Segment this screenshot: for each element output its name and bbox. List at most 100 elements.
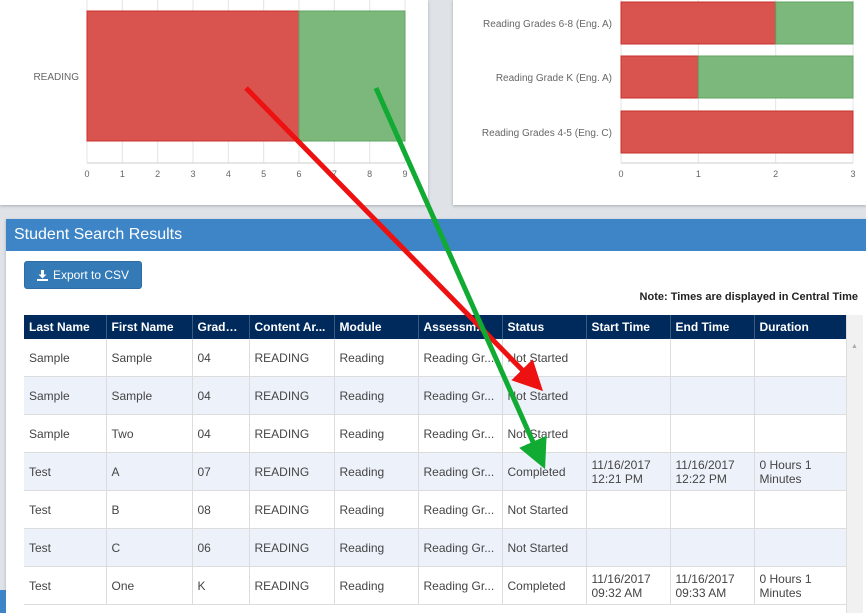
bar-segment[interactable] [775, 1, 854, 45]
table-cell: 11/16/2017 12:21 PM [586, 452, 671, 491]
table-cell: Reading [334, 376, 419, 415]
table-scrollbar[interactable]: ▲ [846, 315, 863, 613]
table-cell [754, 414, 847, 453]
left-chart-panel: 0 1 2 3 4 5 6 7 8 9 READING [0, 0, 428, 205]
column-header[interactable]: Last Name [24, 315, 107, 339]
table-cell: Test [24, 528, 107, 567]
bar-segment[interactable] [86, 10, 300, 142]
table-cell: READING [249, 566, 335, 605]
table-cell: One [106, 566, 193, 605]
results-table: Last Name First Name Grade ... Content Ar..… [24, 315, 847, 605]
table-cell: Sample [24, 339, 107, 377]
table-row[interactable]: Sample Sample 04 READING Reading Reading Gr..… [24, 376, 847, 415]
results-header: Student Search Results [6, 219, 866, 251]
category-label: Reading Grades 6-8 (Eng. A) [483, 19, 612, 30]
bar-segment[interactable] [697, 55, 854, 99]
table-cell [670, 376, 755, 415]
table-cell: Reading [334, 566, 419, 605]
table-cell: Reading [334, 414, 419, 453]
table-cell: Reading Gr... [418, 376, 503, 415]
x-tick-label: 6 [296, 169, 301, 179]
table-cell: READING [249, 452, 335, 491]
table-cell: Not Started [502, 528, 587, 567]
table-cell: Sample [24, 376, 107, 415]
table-cell: READING [249, 414, 335, 453]
table-cell: Two [106, 414, 193, 453]
table-cell: Reading [334, 452, 419, 491]
table-cell: 0 Hours 1 Minutes [754, 452, 847, 491]
table-cell: 04 [192, 339, 250, 377]
scroll-up-icon[interactable]: ▲ [851, 343, 858, 350]
bar-segment[interactable] [620, 55, 699, 99]
bar-segment[interactable] [620, 110, 854, 154]
table-cell: Not Started [502, 339, 587, 377]
background-strip [0, 590, 6, 613]
table-row[interactable]: Test One K READING Reading Reading Gr... Compl… [24, 566, 847, 605]
table-cell [670, 414, 755, 453]
table-cell: Reading Gr... [418, 566, 503, 605]
x-tick-label: 8 [367, 169, 372, 179]
column-header[interactable]: End Time [670, 315, 755, 339]
table-cell [670, 339, 755, 377]
table-cell [754, 339, 847, 377]
x-tick-label: 9 [402, 169, 407, 179]
table-cell: Test [24, 490, 107, 529]
table-cell: 07 [192, 452, 250, 491]
table-cell: 08 [192, 490, 250, 529]
x-tick-label: 7 [332, 169, 337, 179]
table-cell: READING [249, 376, 335, 415]
table-cell: Reading Gr... [418, 528, 503, 567]
table-cell: Completed [502, 566, 587, 605]
table-cell [670, 528, 755, 567]
table-cell: Reading Gr... [418, 414, 503, 453]
table-cell: Not Started [502, 490, 587, 529]
table-cell: A [106, 452, 193, 491]
column-header[interactable]: Module [334, 315, 419, 339]
column-header[interactable]: First Name [106, 315, 193, 339]
bar-segment[interactable] [620, 1, 777, 45]
timezone-note: Note: Times are displayed in Central Tim… [639, 291, 858, 303]
x-tick-label: 1 [696, 169, 701, 179]
column-header[interactable]: Status [502, 315, 587, 339]
column-header[interactable]: Start Time [586, 315, 671, 339]
export-csv-label: Export to CSV [52, 268, 130, 282]
table-cell: Reading Gr... [418, 490, 503, 529]
table-cell: READING [249, 528, 335, 567]
table-cell: K [192, 566, 250, 605]
table-cell: C [106, 528, 193, 567]
column-header[interactable]: Grade ... [192, 315, 250, 339]
column-header[interactable]: Assessm... [418, 315, 503, 339]
table-row[interactable]: Test B 08 READING Reading Reading Gr... Not St… [24, 490, 847, 529]
bar-segment[interactable] [298, 10, 406, 142]
column-header[interactable]: Content Ar... [249, 315, 335, 339]
table-cell: READING [249, 339, 335, 377]
x-tick-label: 5 [261, 169, 266, 179]
download-icon [36, 269, 48, 281]
x-tick-label: 0 [618, 169, 623, 179]
table-cell: 04 [192, 414, 250, 453]
table-cell: 06 [192, 528, 250, 567]
category-label: READING [33, 72, 79, 83]
table-cell: 11/16/2017 09:32 AM [586, 566, 671, 605]
table-cell: READING [249, 490, 335, 529]
table-row[interactable]: Test C 06 READING Reading Reading Gr... Not St… [24, 528, 847, 567]
x-tick-label: 3 [190, 169, 195, 179]
table-cell: Sample [106, 376, 193, 415]
table-cell [586, 414, 671, 453]
table-cell: Not Started [502, 414, 587, 453]
export-csv-button[interactable]: Export to CSV [24, 261, 142, 289]
table-cell: Reading [334, 528, 419, 567]
table-cell [754, 528, 847, 567]
x-tick-label: 1 [120, 169, 125, 179]
table-cell: Reading Gr... [418, 339, 503, 377]
reading-content-area-chart: 0 1 2 3 4 5 6 7 8 9 READING [33, 0, 408, 179]
table-row[interactable]: Test A 07 READING Reading Reading Gr... Comple… [24, 452, 847, 491]
student-search-results-panel: Student Search Results Export to CSV Not… [6, 219, 866, 613]
column-header[interactable]: Duration [754, 315, 847, 339]
table-row[interactable]: Sample Sample 04 READING Reading Reading Gr..… [24, 339, 847, 377]
table-cell: Reading Gr... [418, 452, 503, 491]
table-cell [586, 376, 671, 415]
table-row[interactable]: Sample Two 04 READING Reading Reading Gr... No… [24, 414, 847, 453]
table-cell: Sample [24, 414, 107, 453]
table-cell [670, 490, 755, 529]
